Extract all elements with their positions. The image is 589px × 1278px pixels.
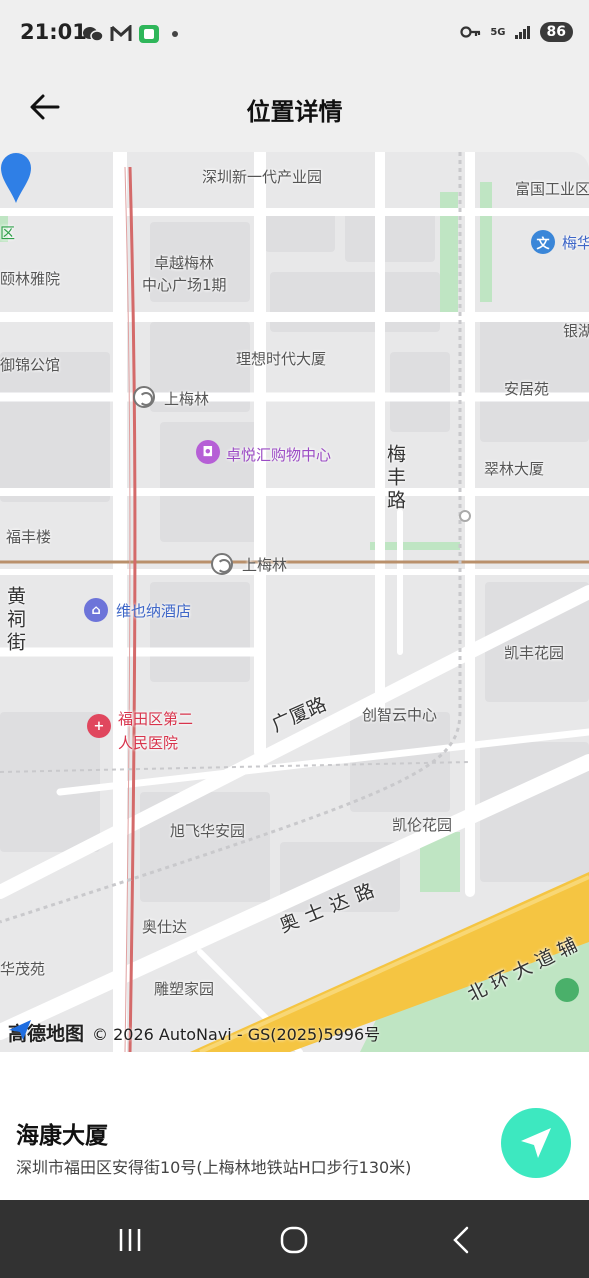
location-pin-icon bbox=[1, 153, 31, 203]
map-label: 颐林雅院 bbox=[0, 270, 61, 288]
wechat-icon bbox=[83, 27, 104, 42]
map-label: 创智云中心 bbox=[362, 706, 438, 724]
map-copyright: © 2026 AutoNavi - GS(2025)5996号 bbox=[92, 1024, 381, 1044]
map-label: 福丰楼 bbox=[6, 528, 52, 546]
hotel-icon: ⌂ bbox=[84, 598, 108, 622]
map-label: 福田区第二 bbox=[118, 710, 194, 728]
map-label: 上梅林 bbox=[242, 556, 288, 574]
notification-icons bbox=[82, 24, 178, 44]
gmail-icon bbox=[110, 25, 132, 41]
map-label: 银湖 bbox=[563, 322, 589, 340]
status-bar: 21:01 5G 86 bbox=[0, 0, 589, 66]
map-label: 富国工业区 bbox=[515, 180, 589, 198]
key-icon bbox=[460, 26, 481, 38]
signal-icon bbox=[514, 26, 530, 39]
map-label: 维也纳酒店 bbox=[116, 602, 192, 620]
back-icon[interactable] bbox=[442, 1220, 482, 1260]
page-title: 位置详情 bbox=[246, 98, 343, 126]
map-label: 华茂苑 bbox=[0, 960, 46, 978]
map-label: 黄祠街 bbox=[4, 586, 26, 655]
hospital-icon: + bbox=[87, 714, 111, 738]
recents-icon[interactable] bbox=[110, 1220, 150, 1260]
map-view[interactable]: 深圳新一代产业园 富国工业区 区 文 梅华 卓越梅林 中心广场1期 颐林雅院 银… bbox=[0, 152, 589, 1052]
place-address: 深圳市福田区安得街10号(上梅林地铁站H口步行130米) bbox=[16, 1158, 412, 1177]
5g-icon: 5G bbox=[490, 26, 506, 38]
status-time: 21:01 bbox=[20, 20, 87, 44]
chat-app-icon bbox=[139, 25, 159, 43]
map-label: 深圳新一代产业园 bbox=[202, 168, 323, 186]
header: 位置详情 bbox=[0, 66, 589, 152]
map-label: 翠林大厦 bbox=[484, 460, 545, 478]
map-label: 凯伦花园 bbox=[392, 816, 453, 834]
map-label: 安居苑 bbox=[504, 380, 550, 398]
navigation-arrow-icon bbox=[521, 1128, 551, 1158]
metro-station-icon bbox=[211, 553, 233, 575]
shopping-icon: ◘ bbox=[196, 440, 220, 464]
map-label: 卓越梅林 bbox=[154, 254, 215, 272]
amap-logo-icon bbox=[9, 1020, 31, 1040]
map-label: 梅华 bbox=[562, 234, 589, 252]
map-label: 雕塑家园 bbox=[154, 980, 215, 998]
map-label: 梅丰路 bbox=[384, 444, 406, 513]
map-label: 卓悦汇购物中心 bbox=[226, 446, 332, 464]
map-label: 区 bbox=[0, 224, 16, 242]
map-label: 御锦公馆 bbox=[0, 356, 61, 374]
system-icons: 5G 86 bbox=[460, 22, 573, 42]
place-info-panel: 海康大厦 深圳市福田区安得街10号(上梅林地铁站H口步行130米) bbox=[0, 1052, 589, 1200]
map-label: 理想时代大厦 bbox=[236, 350, 327, 368]
place-name: 海康大厦 bbox=[16, 1123, 108, 1149]
dot-icon bbox=[172, 31, 178, 37]
map-label: 中心广场1期 bbox=[142, 276, 227, 294]
map-attribution: 高德地图 © 2026 AutoNavi - GS(2025)5996号 bbox=[8, 1019, 380, 1046]
map-label: 人民医院 bbox=[118, 734, 179, 752]
map-label: 凯丰花园 bbox=[504, 644, 565, 662]
metro-station-icon bbox=[133, 386, 155, 408]
battery-icon: 86 bbox=[539, 22, 573, 42]
map-label: 上梅林 bbox=[164, 390, 210, 408]
school-icon: 文 bbox=[531, 230, 555, 254]
system-navigation-bar bbox=[0, 1200, 589, 1278]
home-icon[interactable] bbox=[274, 1220, 314, 1260]
map-label: 旭飞华安园 bbox=[170, 822, 246, 840]
map-label: 奥仕达 bbox=[142, 918, 188, 936]
navigate-button[interactable] bbox=[501, 1108, 571, 1178]
